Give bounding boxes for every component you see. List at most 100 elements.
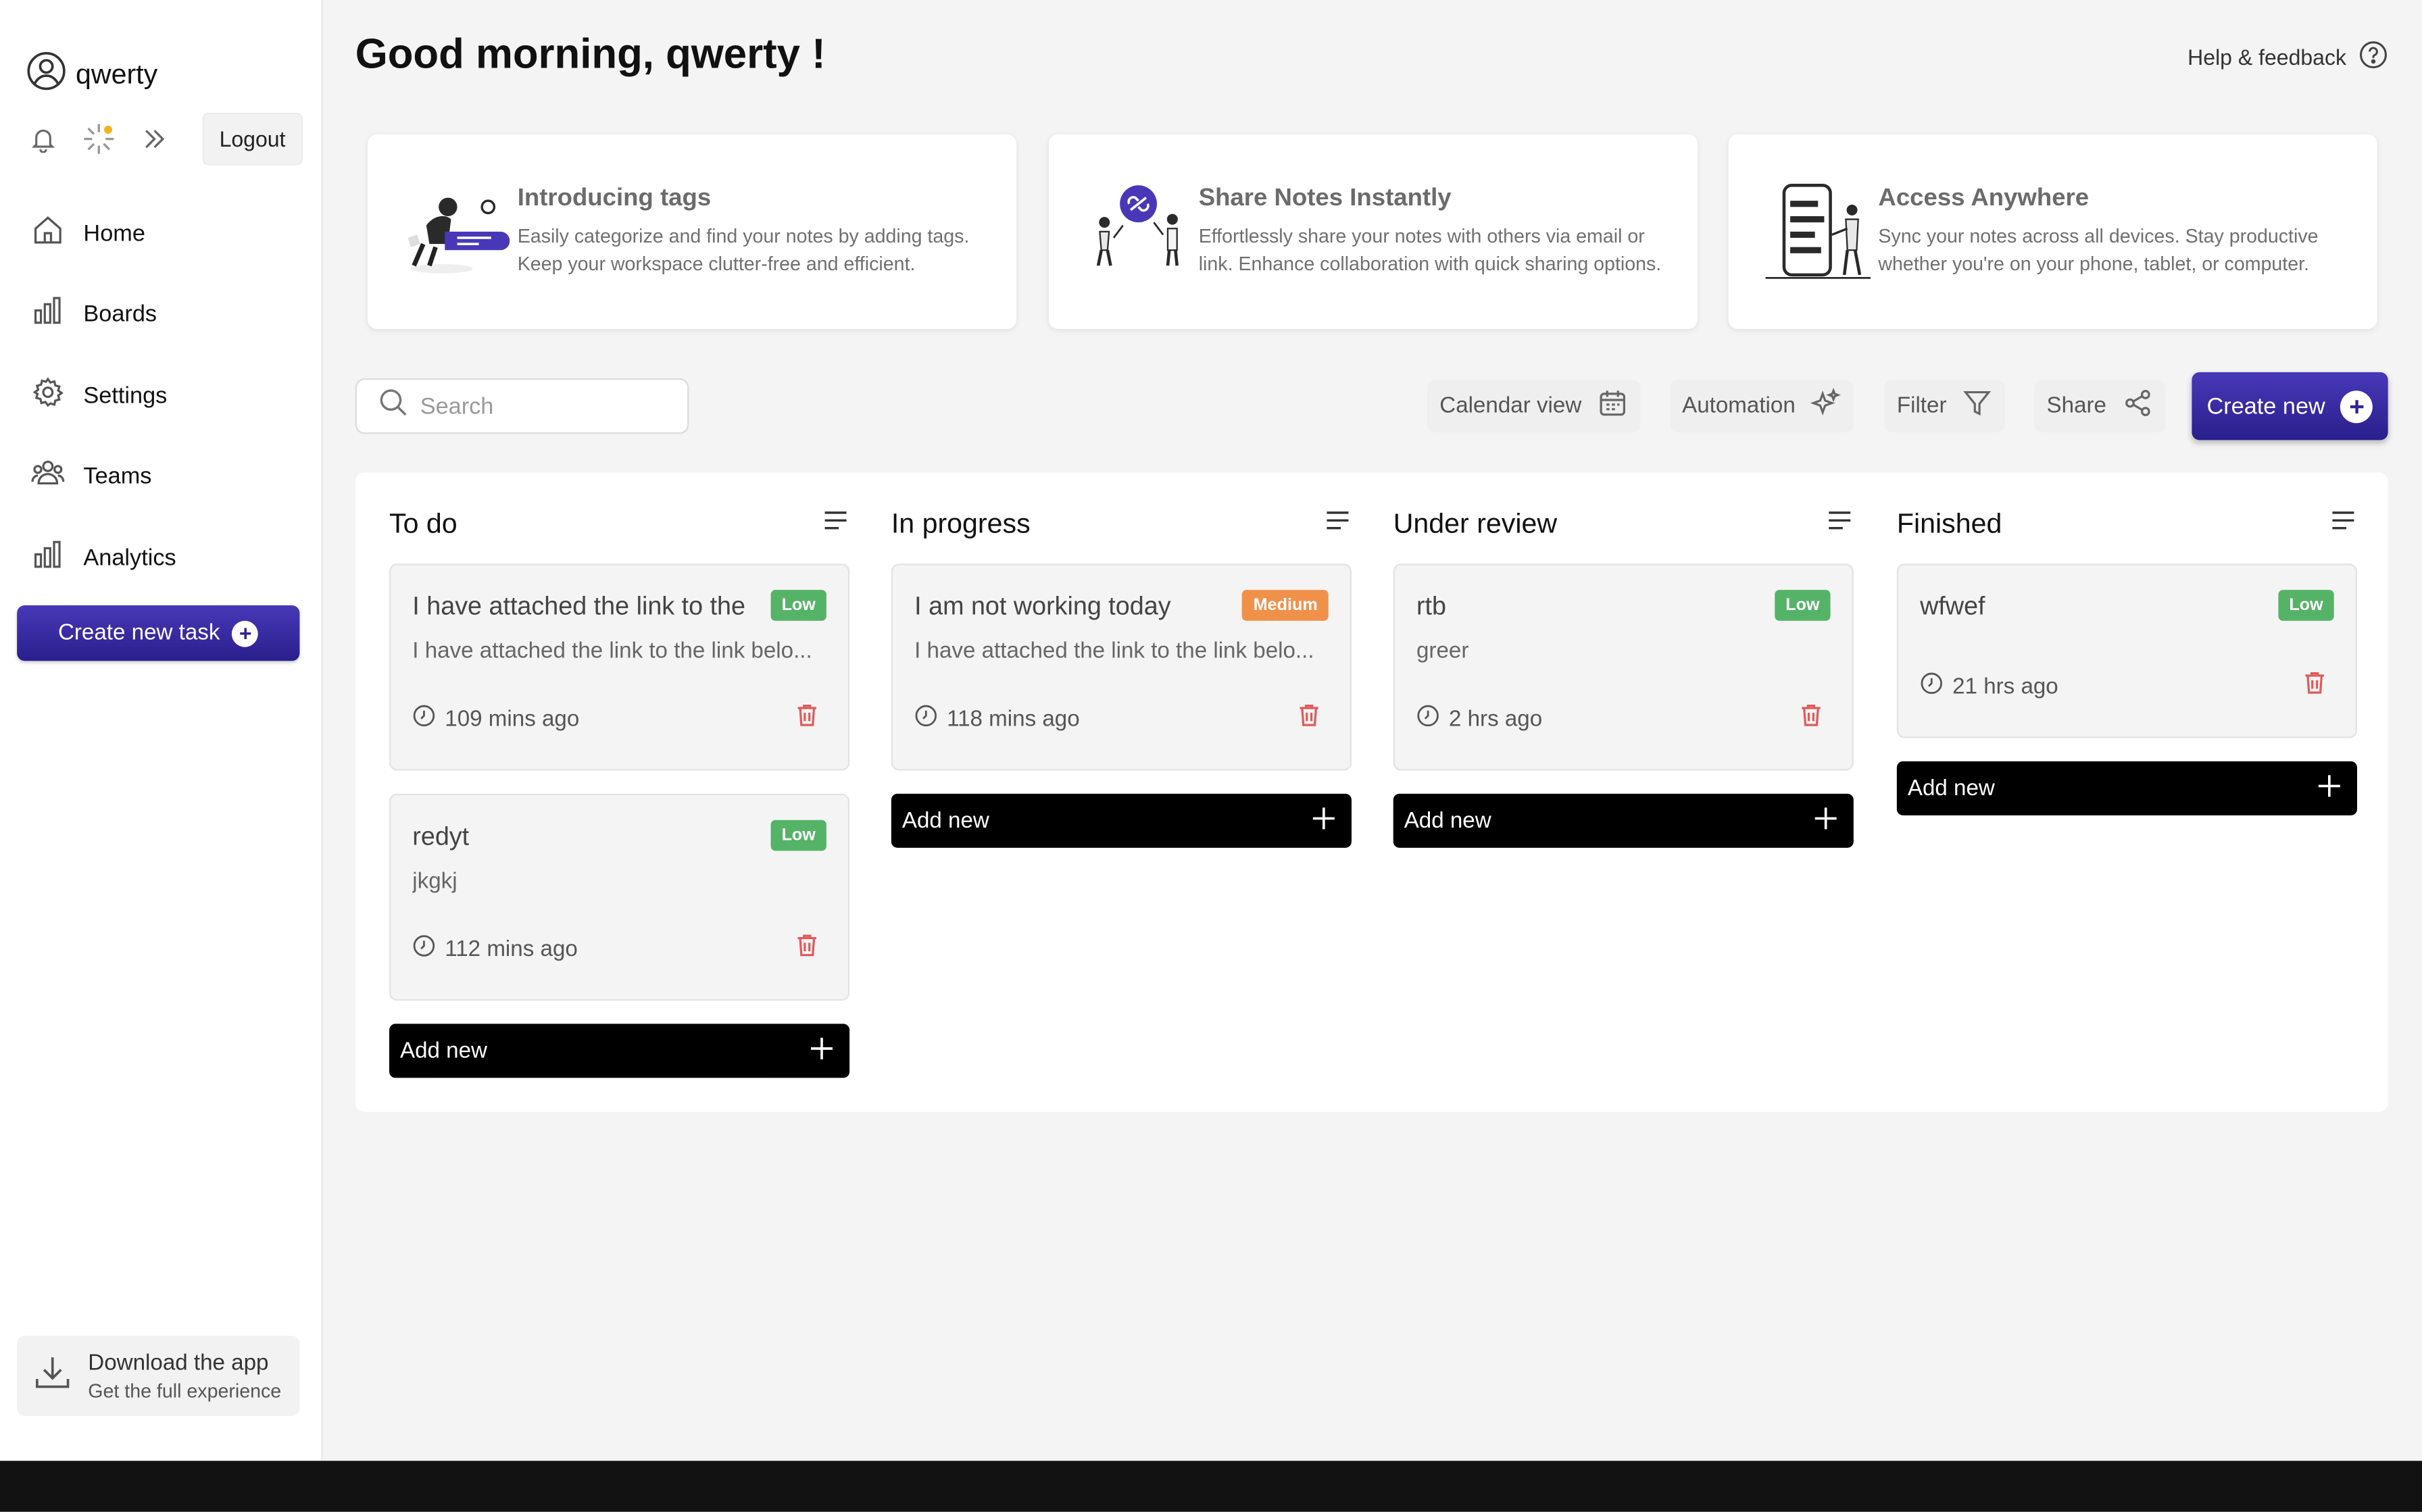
add-new-label: Add new [399,1038,487,1063]
add-new-task-button[interactable]: Add new [1896,761,2357,815]
create-new-label: Create new [2206,393,2325,420]
automation-button[interactable]: Automation [1669,380,1854,432]
task-description: jkgkj [412,869,458,894]
download-title: Download the app [88,1350,269,1376]
trash-icon[interactable] [1800,703,1823,735]
sidebar-item-settings[interactable]: Settings [31,355,176,436]
column-header: To do [389,507,849,540]
feature-description: Easily categorize and find your notes by… [517,225,970,274]
sidebar: qwerty Logout Home Boards Settings Teams… [0,0,323,1461]
sidebar-item-label: Boards [83,301,157,328]
filter-icon [1962,388,1993,425]
help-label: Help & feedback [2188,45,2346,70]
sidebar-item-label: Settings [83,382,168,409]
sidebar-item-teams[interactable]: Teams [31,436,176,518]
sidebar-item-label: Analytics [83,545,176,572]
sidebar-item-label: Teams [83,463,152,490]
create-new-task-button[interactable]: Create new task + [17,605,300,661]
feature-card-access: Access Anywhere Sync your notes across a… [1728,134,2377,329]
sidebar-item-label: Home [83,220,145,247]
sidebar-item-home[interactable]: Home [31,193,176,274]
add-new-label: Add new [1907,776,1995,801]
task-time: 109 mins ago [412,704,579,733]
task-time-label: 109 mins ago [445,706,580,732]
page-title: Good morning, qwerty ! [355,30,826,78]
help-circle-icon [2358,40,2388,74]
column-header: In progress [891,507,1352,540]
column-menu-icon[interactable] [1826,506,1854,542]
automation-label: Automation [1682,393,1796,419]
plus-circle-icon: + [2340,390,2373,423]
task-card[interactable]: I am not working today Medium I have att… [891,563,1352,771]
task-title: I have attached the link to the [412,593,746,621]
column-title: Under review [1393,507,1558,538]
sidebar-nav: Home Boards Settings Teams Analytics [31,193,176,599]
logout-button[interactable]: Logout [202,112,303,166]
task-card[interactable]: redyt Low jkgkj 112 mins ago [389,793,850,1001]
task-card[interactable]: wfwef Low 21 hrs ago [1896,563,2357,738]
task-description: greer [1416,639,1469,664]
chart-bar-icon [31,294,65,336]
sidebar-item-boards[interactable]: Boards [31,274,176,355]
share-icon [2122,388,2153,425]
task-title: redyt [412,823,470,851]
sidebar-toolbar: Logout [26,112,303,166]
task-title: I am not working today [914,593,1171,621]
trash-icon[interactable] [2303,670,2326,703]
task-card[interactable]: I have attached the link to the Low I ha… [389,563,850,771]
calendar-view-button[interactable]: Calendar view [1427,380,1641,432]
trash-icon[interactable] [795,933,818,965]
add-new-task-button[interactable]: Add new [389,1024,850,1078]
task-title: wfwef [1920,593,1985,621]
plus-icon [810,1036,835,1067]
add-new-label: Add new [1404,808,1491,834]
bottom-bar [0,1461,2422,1512]
download-subtitle: Get the full experience [88,1380,282,1402]
task-description: I have attached the link to the link bel… [914,639,1314,664]
share-button[interactable]: Share [2034,380,2165,432]
task-time: 118 mins ago [914,704,1080,733]
feature-title: Access Anywhere [1878,185,2090,212]
plus-icon [2317,773,2342,804]
sparkles-icon [1810,387,1842,425]
column-menu-icon[interactable] [1324,506,1352,542]
download-app-button[interactable]: Download the app Get the full experience [17,1336,300,1416]
calendar-view-label: Calendar view [1439,393,1582,419]
feature-title: Introducing tags [517,185,712,212]
user-avatar-icon [26,51,66,99]
column-title: In progress [891,507,1031,538]
search-box[interactable] [355,378,689,434]
task-description: I have attached the link to the link bel… [412,639,812,664]
trash-icon[interactable] [795,703,818,735]
search-input[interactable] [420,393,652,420]
clock-icon [412,934,435,963]
add-new-label: Add new [901,808,989,834]
filter-button[interactable]: Filter [1884,380,2006,432]
loader-icon[interactable] [82,122,116,156]
sidebar-item-analytics[interactable]: Analytics [31,518,176,599]
clock-icon [1920,672,1943,701]
download-icon [32,1352,72,1400]
add-new-task-button[interactable]: Add new [1393,793,1854,848]
create-new-button[interactable]: Create new + [2192,372,2388,440]
task-card[interactable]: rtb Low greer 2 hrs ago [1393,563,1854,771]
feature-card-tags: Introducing tags Easily categorize and f… [367,134,1016,329]
chevrons-right-icon[interactable] [137,122,171,156]
task-time-label: 2 hrs ago [1448,706,1543,732]
clock-icon [412,704,435,733]
trash-icon[interactable] [1298,703,1320,735]
feature-title: Share Notes Instantly [1198,185,1452,212]
filter-label: Filter [1896,393,1947,419]
plus-icon [1813,805,1838,836]
chart-bar-icon [31,537,65,579]
board-toolbar: Calendar view Automation Filter Share Cr… [355,372,2388,440]
column-header: Finished [1897,507,2357,540]
help-feedback-link[interactable]: Help & feedback [2188,40,2388,74]
column-menu-icon[interactable] [2329,506,2357,542]
feature-card-share: Share Notes Instantly Effortlessly share… [1048,134,1698,329]
bell-icon[interactable] [26,122,60,156]
user-profile[interactable]: qwerty [26,51,157,99]
share-illustration-icon [1083,176,1194,288]
column-menu-icon[interactable] [822,506,849,542]
add-new-task-button[interactable]: Add new [891,793,1352,848]
